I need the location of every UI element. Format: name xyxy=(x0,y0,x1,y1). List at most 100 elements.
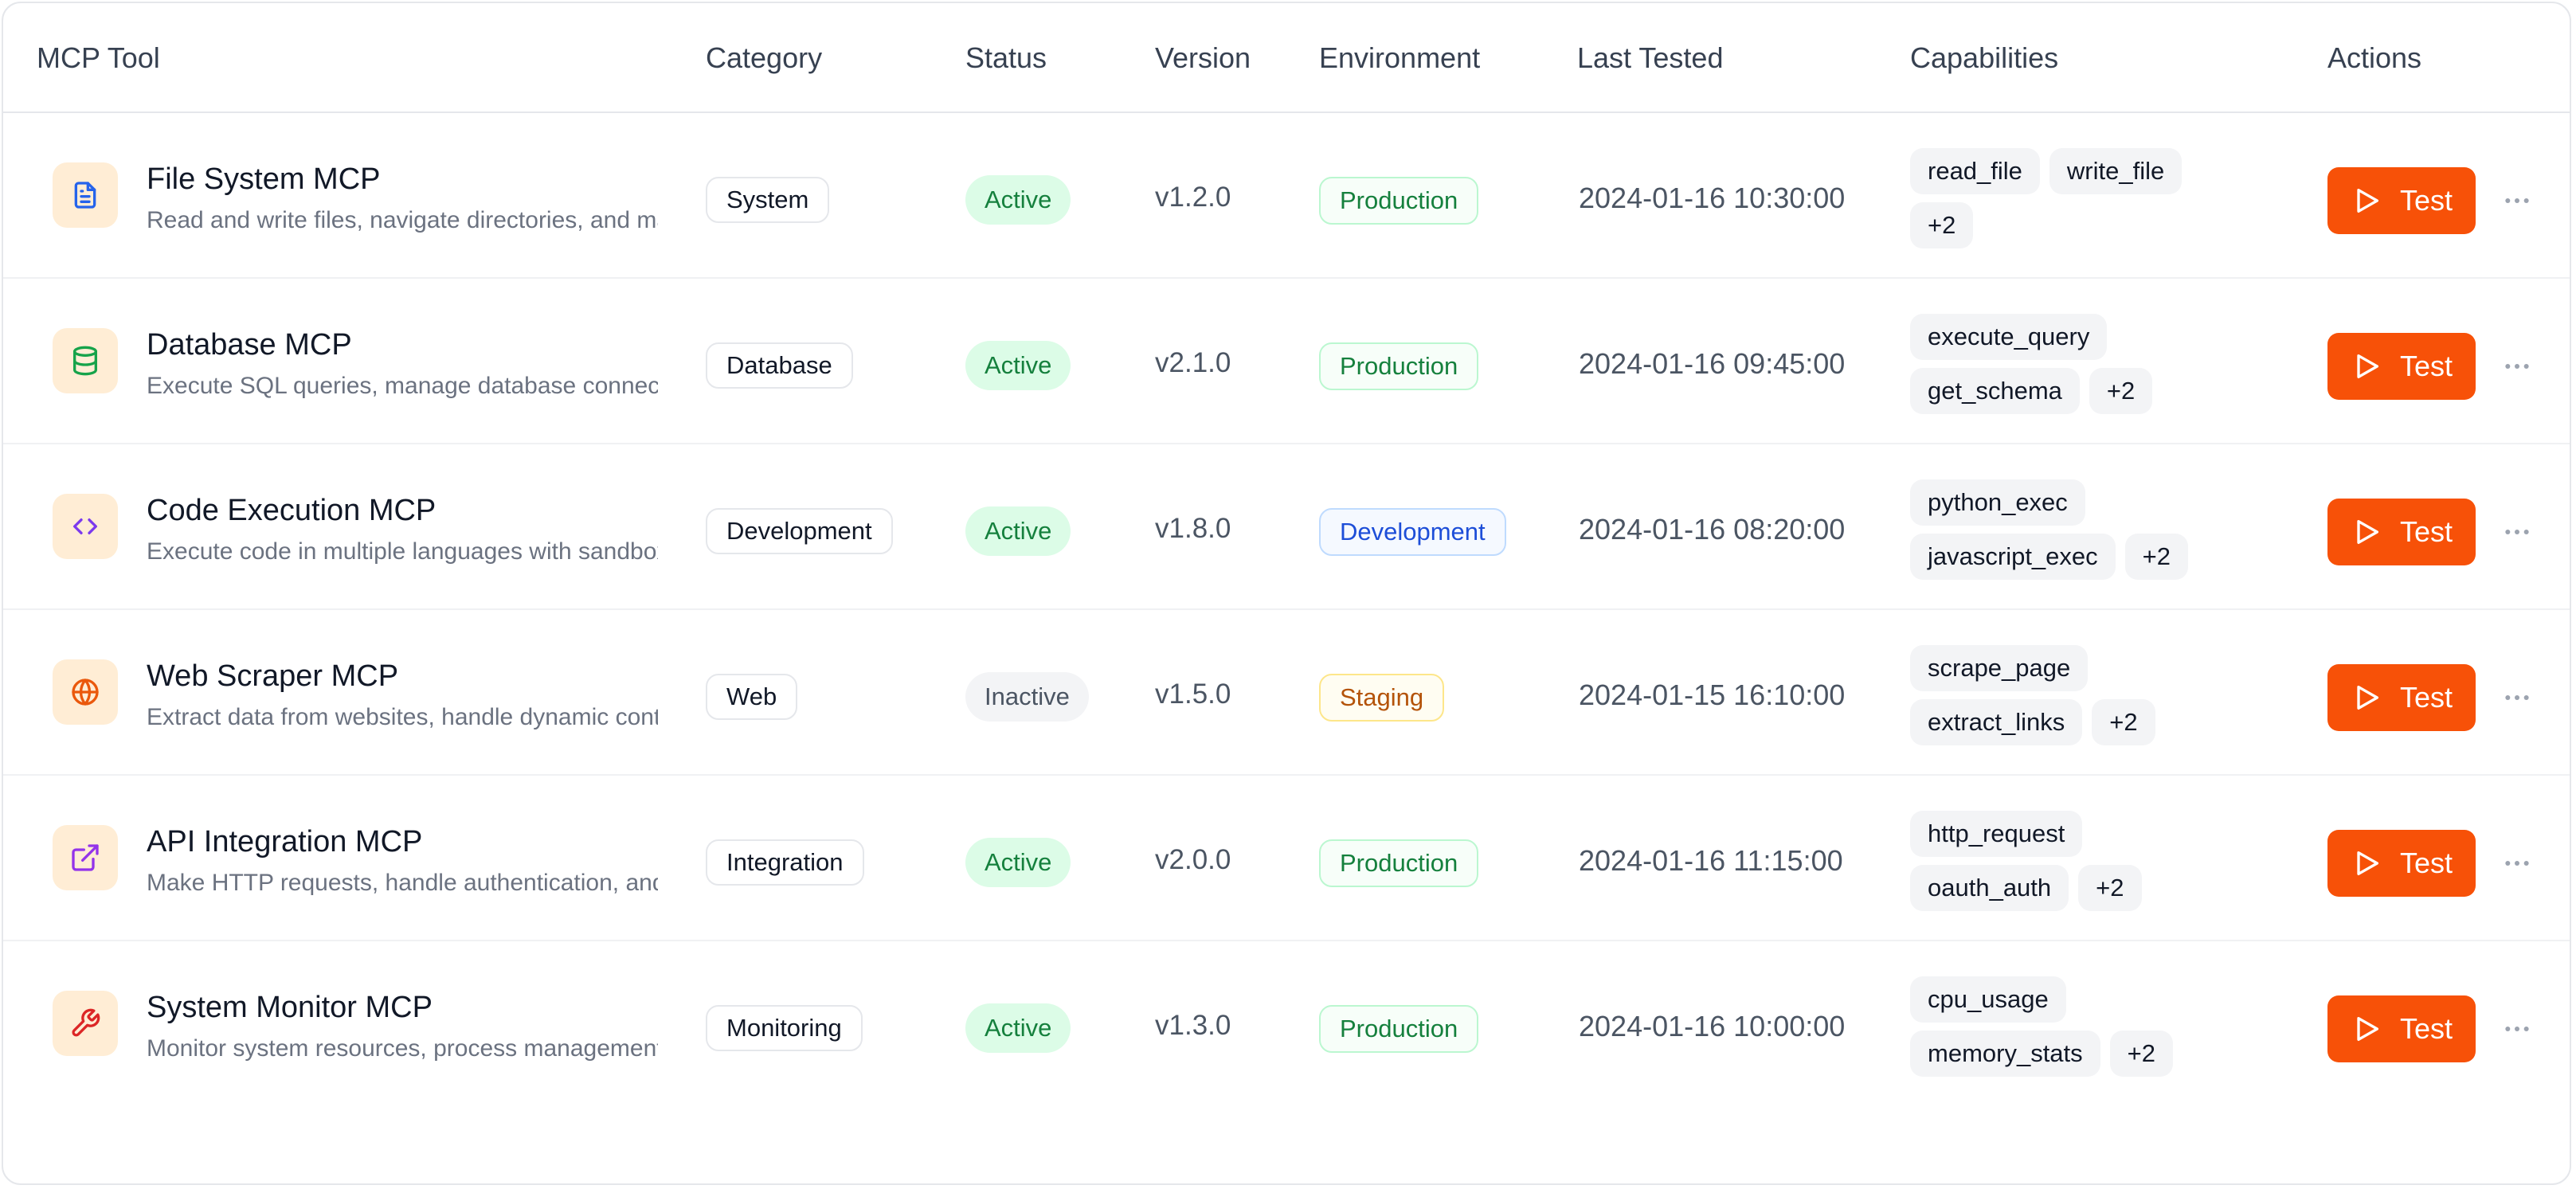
capabilities-line: +2 xyxy=(1910,202,1974,248)
more-actions-button[interactable] xyxy=(2498,347,2536,385)
status-badge: Active xyxy=(965,341,1071,390)
version-text: v1.5.0 xyxy=(1155,679,1231,710)
capability-tag: extract_links xyxy=(1910,699,2083,745)
capabilities-line: oauth_auth +2 xyxy=(1910,865,2142,911)
capability-tag: javascript_exec xyxy=(1910,534,2116,580)
test-button[interactable]: Test xyxy=(2327,664,2476,731)
status-badge: Active xyxy=(965,506,1071,556)
more-capabilities-tag[interactable]: +2 xyxy=(2078,865,2142,911)
capabilities-line: extract_links +2 xyxy=(1910,699,2155,745)
tool-name[interactable]: System Monitor MCP xyxy=(147,991,433,1025)
more-actions-button[interactable] xyxy=(2498,1010,2536,1048)
more-actions-button[interactable] xyxy=(2498,513,2536,551)
column-header-capabilities[interactable]: Capabilities xyxy=(1910,3,2058,113)
environment-badge: Production xyxy=(1319,1005,1479,1053)
test-button-label: Test xyxy=(2399,350,2453,382)
environment-badge: Production xyxy=(1319,177,1479,225)
capabilities-line: read_file write_file xyxy=(1910,148,2183,194)
more-horizontal-icon xyxy=(2505,364,2529,369)
tool-description: Make HTTP requests, handle authenticatio… xyxy=(147,870,658,896)
capability-tag: http_request xyxy=(1910,811,2083,857)
table-row[interactable]: Database MCP Execute SQL queries, manage… xyxy=(3,279,2570,444)
capabilities-line: execute_query xyxy=(1910,314,2108,360)
external-link-icon xyxy=(72,844,99,871)
more-capabilities-tag[interactable]: +2 xyxy=(2092,699,2155,745)
test-button-label: Test xyxy=(2399,847,2453,879)
capabilities-line: memory_stats +2 xyxy=(1910,1031,2174,1077)
globe-icon xyxy=(72,679,99,706)
table-row[interactable]: System Monitor MCP Monitor system resour… xyxy=(3,941,2570,1107)
column-header-environment[interactable]: Environment xyxy=(1319,3,1480,113)
column-header-category[interactable]: Category xyxy=(706,3,822,113)
last-tested-time: 2024-01-15 16:10:00 xyxy=(1579,679,1846,711)
capabilities-line: http_request xyxy=(1910,811,2083,857)
capabilities-line: get_schema +2 xyxy=(1910,368,2153,414)
version-text: v1.2.0 xyxy=(1155,182,1231,213)
environment-badge: Development xyxy=(1319,508,1506,556)
capability-tag: get_schema xyxy=(1910,368,2080,414)
table-row[interactable]: Code Execution MCP Execute code in multi… xyxy=(3,444,2570,610)
category-badge: Monitoring xyxy=(706,1005,863,1051)
test-button[interactable]: Test xyxy=(2327,167,2476,234)
tool-name[interactable]: Web Scraper MCP xyxy=(147,659,398,694)
version-text: v2.0.0 xyxy=(1155,844,1231,875)
more-horizontal-icon xyxy=(2505,530,2529,534)
test-button-label: Test xyxy=(2399,184,2453,217)
wrench-icon xyxy=(72,1008,100,1037)
capabilities-list: python_exec javascript_exec +2 xyxy=(1910,479,2229,583)
test-button[interactable]: Test xyxy=(2327,333,2476,400)
more-horizontal-icon xyxy=(2505,861,2529,866)
last-tested-time: 2024-01-16 10:30:00 xyxy=(1579,182,1846,214)
capability-tag: scrape_page xyxy=(1910,645,2089,691)
environment-badge: Production xyxy=(1319,342,1479,390)
tool-name[interactable]: Code Execution MCP xyxy=(147,494,436,528)
column-header-last-tested[interactable]: Last Tested xyxy=(1577,3,1723,113)
test-button[interactable]: Test xyxy=(2327,830,2476,897)
tool-name[interactable]: File System MCP xyxy=(147,162,380,197)
capability-tag: cpu_usage xyxy=(1910,976,2066,1023)
last-tested-time: 2024-01-16 11:15:00 xyxy=(1579,844,1843,877)
table-row[interactable]: File System MCP Read and write files, na… xyxy=(3,113,2570,279)
more-horizontal-icon xyxy=(2505,198,2529,203)
capabilities-line: javascript_exec +2 xyxy=(1910,534,2189,580)
tool-name[interactable]: Database MCP xyxy=(147,328,352,362)
more-actions-button[interactable] xyxy=(2498,844,2536,882)
tool-description: Execute SQL queries, manage database con… xyxy=(147,373,658,399)
column-header-status[interactable]: Status xyxy=(965,3,1047,113)
play-icon xyxy=(2357,851,2378,875)
capabilities-list: scrape_page extract_links +2 xyxy=(1910,645,2229,749)
capability-tag: python_exec xyxy=(1910,479,2085,526)
more-actions-button[interactable] xyxy=(2498,679,2536,717)
version-text: v1.3.0 xyxy=(1155,1010,1231,1041)
more-horizontal-icon xyxy=(2505,695,2529,700)
tool-icon-container xyxy=(53,494,118,559)
more-capabilities-tag[interactable]: +2 xyxy=(2089,368,2153,414)
more-capabilities-tag[interactable]: +2 xyxy=(1910,202,1974,248)
environment-badge: Staging xyxy=(1319,674,1445,722)
table-row[interactable]: API Integration MCP Make HTTP requests, … xyxy=(3,776,2570,941)
column-header-actions: Actions xyxy=(2327,41,2422,74)
more-horizontal-icon xyxy=(2505,1027,2529,1031)
table-row[interactable]: Web Scraper MCP Extract data from websit… xyxy=(3,610,2570,776)
column-header-tool[interactable]: MCP Tool xyxy=(37,3,160,113)
file-icon xyxy=(74,182,96,209)
play-icon xyxy=(2357,1017,2378,1041)
play-icon xyxy=(2357,354,2378,378)
last-tested-time: 2024-01-16 09:45:00 xyxy=(1579,347,1846,380)
column-header-version[interactable]: Version xyxy=(1155,3,1251,113)
test-button-label: Test xyxy=(2399,1012,2453,1045)
capabilities-list: cpu_usage memory_stats +2 xyxy=(1910,976,2229,1080)
test-button[interactable]: Test xyxy=(2327,995,2476,1062)
more-capabilities-tag[interactable]: +2 xyxy=(2124,534,2189,580)
tool-icon-container xyxy=(53,659,118,725)
more-actions-button[interactable] xyxy=(2498,182,2536,220)
version-text: v2.1.0 xyxy=(1155,347,1231,378)
tool-icon-container xyxy=(53,328,118,393)
database-icon xyxy=(73,346,98,376)
more-capabilities-tag[interactable]: +2 xyxy=(2109,1031,2174,1077)
table-header: MCP Tool Category Status Version Environ… xyxy=(3,3,2570,113)
tool-name[interactable]: API Integration MCP xyxy=(147,825,422,859)
capabilities-line: scrape_page xyxy=(1910,645,2089,691)
capability-tag: oauth_auth xyxy=(1910,865,2069,911)
test-button[interactable]: Test xyxy=(2327,499,2476,565)
